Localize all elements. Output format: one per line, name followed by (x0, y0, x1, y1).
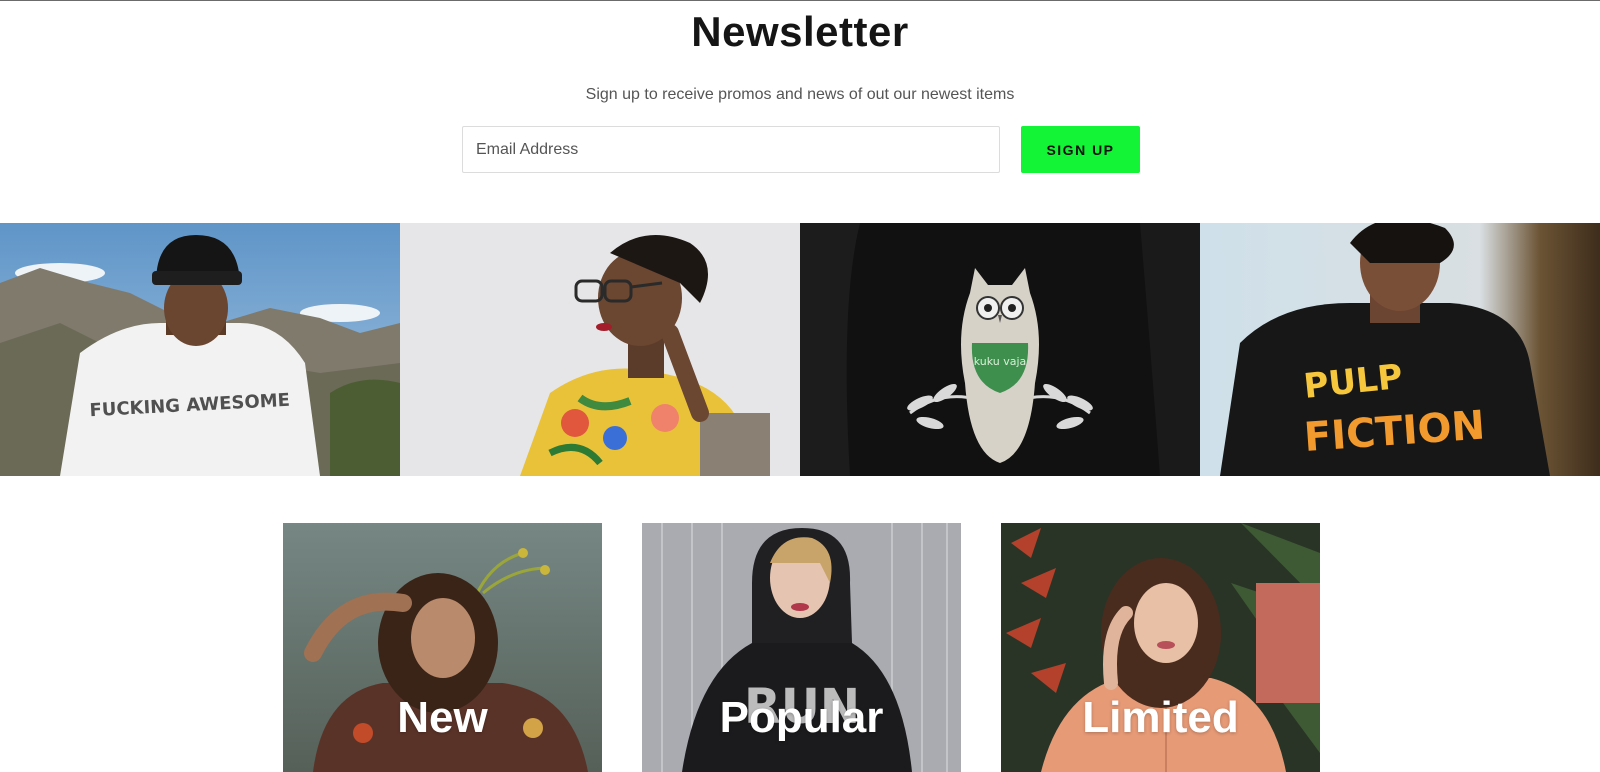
gallery-image-1[interactable]: FUCKING AWESOME (0, 223, 400, 476)
photo-gallery: FUCKING AWESOME kuku vaja PULP FICTION (0, 223, 1600, 476)
gallery-image-3[interactable]: kuku vaja (800, 223, 1200, 476)
gallery-image-2[interactable] (400, 223, 800, 476)
category-label-limited: Limited (1082, 693, 1239, 742)
top-divider (0, 0, 1600, 1)
page: Newsletter Sign up to receive promos and… (0, 0, 1600, 772)
newsletter-form: SIGN UP (462, 126, 1140, 173)
gallery-image-4[interactable]: PULP FICTION (1200, 223, 1600, 476)
category-card-popular[interactable]: RUN Popular (642, 523, 961, 772)
newsletter-subtitle: Sign up to receive promos and news of ou… (585, 86, 1015, 103)
newsletter-title: Newsletter (691, 8, 909, 55)
category-label-new: New (397, 693, 488, 742)
gallery-shirt-text-3: kuku vaja (974, 355, 1027, 368)
category-card-limited[interactable]: Limited (1001, 523, 1320, 772)
sign-up-button[interactable]: SIGN UP (1021, 126, 1140, 173)
category-card-new[interactable]: New (283, 523, 602, 772)
category-label-popular: Popular (719, 693, 884, 742)
email-input[interactable] (462, 126, 1000, 173)
